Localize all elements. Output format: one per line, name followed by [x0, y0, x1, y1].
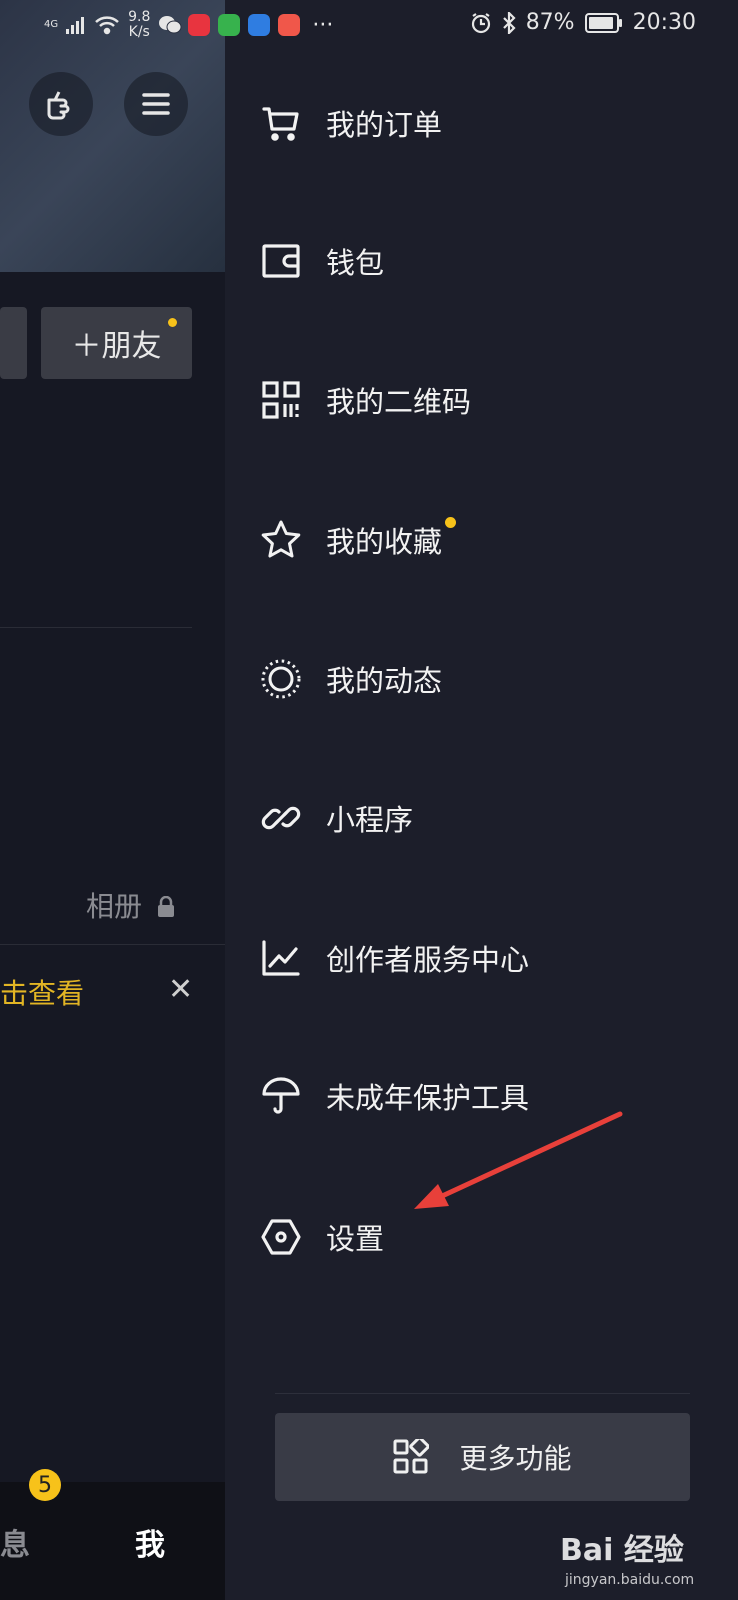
more-notifications: ···: [312, 12, 334, 38]
favorites-label: 我的收藏: [326, 525, 443, 559]
menu-item-label: 未成年保护工具: [326, 1081, 530, 1115]
add-friend-label: ＋朋友: [71, 329, 162, 364]
bluetooth-icon: [502, 11, 516, 34]
album-label: 相册: [86, 890, 143, 923]
lock-icon: [157, 895, 174, 917]
messages-badge: 5: [29, 1469, 61, 1501]
umbrella-icon: [260, 1075, 302, 1117]
clock: 20:30: [632, 10, 696, 35]
tab-messages-label: 消息: [0, 1528, 30, 1563]
app-notification-icon: [248, 14, 271, 36]
wallet-icon: [260, 240, 302, 282]
menu-item-label: 钱包: [326, 246, 385, 280]
menu-item-label: 我的订单: [326, 108, 443, 142]
tab-me[interactable]: 我: [135, 1520, 165, 1564]
edit-profile-button[interactable]: [0, 307, 27, 379]
more-features-button[interactable]: 更多功能: [275, 1413, 690, 1501]
divider: [0, 627, 192, 628]
menu-item-label: 创作者服务中心: [326, 943, 530, 977]
menu-item-favorites[interactable]: 我的收藏: [260, 510, 710, 570]
menu-button[interactable]: [124, 72, 188, 136]
star-icon: [260, 519, 302, 561]
menu-item-moments[interactable]: 我的动态: [260, 649, 710, 709]
gesture-button[interactable]: [29, 72, 93, 136]
menu-item-label: 小程序: [326, 803, 414, 837]
view-prompt[interactable]: 击查看: [0, 972, 84, 1012]
wechat-icon: [158, 14, 182, 36]
bottom-tab-bar: [0, 1482, 225, 1600]
menu-item-creator-center[interactable]: 创作者服务中心: [260, 928, 710, 988]
background-profile-page: ＋朋友 相册 击查看 ✕ 消息 5 我: [0, 0, 225, 1600]
menu-item-qr-code[interactable]: 我的二维码: [260, 370, 710, 430]
menu-item-minor-protection[interactable]: 未成年保护工具: [260, 1066, 710, 1126]
menu-item-label: 我的收藏: [326, 517, 457, 561]
menu-item-label: 我的二维码: [326, 385, 472, 419]
menu-item-label: 我的动态: [326, 664, 443, 698]
menu-item-mini-programs[interactable]: 小程序: [260, 788, 710, 848]
alarm-icon: [471, 12, 490, 33]
drawer-divider: [275, 1393, 690, 1394]
menu-item-wallet[interactable]: 钱包: [260, 231, 710, 291]
tab-messages[interactable]: 消息: [0, 1520, 30, 1564]
signal-icon: [66, 17, 85, 34]
baidu-watermark-logo: Bai 经验: [560, 1533, 684, 1568]
app-notification-icon: [188, 14, 211, 36]
battery-percent: 87%: [525, 10, 575, 35]
menu-item-settings[interactable]: 设置: [260, 1207, 710, 1267]
menu-item-orders[interactable]: 我的订单: [260, 93, 710, 153]
menu-item-label: 设置: [326, 1222, 385, 1256]
speed-unit: K/s: [128, 24, 150, 40]
side-drawer: 我的订单 钱包 我的二维码 我的收藏 我的动态 小程序 创作者服务中心 未成年保…: [225, 0, 738, 1600]
baidu-watermark-url: jingyan.baidu.com: [565, 1572, 695, 1588]
app-notification-icon: [278, 14, 301, 36]
app-notification-icon: [218, 14, 241, 36]
album-tab[interactable]: 相册: [86, 885, 175, 925]
link-icon: [260, 797, 302, 839]
status-bar: 4G 9.8 K/s ··· 87% 20:30: [0, 0, 738, 50]
divider: [0, 944, 225, 945]
favorites-new-dot: [445, 517, 457, 528]
friend-new-dot: [168, 318, 177, 327]
dotted-circle-icon: [260, 658, 302, 700]
wifi-icon: [95, 16, 119, 35]
chart-icon: [260, 937, 302, 979]
grid-apps-icon: [393, 1439, 430, 1474]
qr-code-icon: [260, 379, 302, 421]
cart-icon: [260, 102, 302, 144]
hexagon-settings-icon: [260, 1216, 302, 1258]
network-type: 4G: [44, 19, 59, 30]
close-icon[interactable]: ✕: [168, 972, 193, 1007]
speed-value: 9.8: [128, 9, 151, 25]
pointing-hand-icon: [47, 91, 70, 120]
hamburger-icon: [142, 93, 170, 115]
network-speed: 9.8 K/s: [128, 10, 150, 40]
battery-icon: [584, 12, 622, 33]
more-features-label: 更多功能: [459, 1442, 572, 1475]
